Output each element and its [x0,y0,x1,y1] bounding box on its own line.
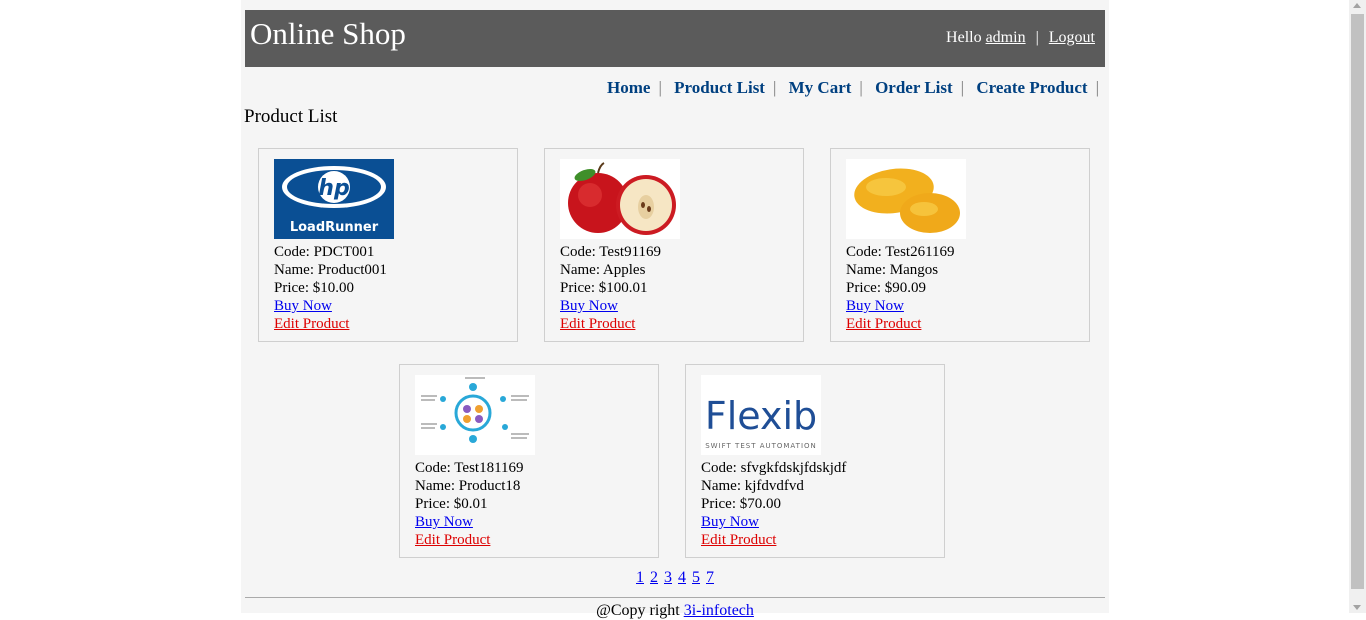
product-card: Code: Test181169 Name: Product18 Price: … [399,364,659,558]
product-name: Name: Apples [560,262,646,278]
product-price: Price: $0.01 [415,496,488,512]
menu-separator: | [1095,78,1099,97]
product-card: Flexib SWIFT TEST AUTOMATION Code: sfvgk… [685,364,945,558]
svg-text:LoadRunner: LoadRunner [290,220,379,235]
nav-menu: Home | Product List | My Cart | Order List |… [599,78,1099,98]
svg-text:hp: hp [318,176,349,201]
buy-now-link[interactable]: Buy Now [846,298,904,314]
footer-divider [245,597,1105,598]
product-price: Price: $70.00 [701,496,781,512]
product-code: Code: Test91169 [560,244,662,260]
page-scrollbar[interactable] [1349,0,1366,613]
product-price: Price: $100.01 [560,280,648,296]
mango-image[interactable] [846,159,966,239]
product-card: hp LoadRunner Code: PDCT001 Name: Produc… [258,148,518,342]
product-price: Price: $90.09 [846,280,926,296]
product-code: Code: PDCT001 [274,244,375,260]
pagination: 1 2 3 4 5 7 [241,569,1109,587]
buy-now-link[interactable]: Buy Now [274,298,332,314]
product-name: Name: Product18 [415,478,521,494]
edit-product-link[interactable]: Edit Product [274,316,349,332]
product-card: Code: Test91169 Name: Apples Price: $100… [544,148,804,342]
menu-home[interactable]: Home [607,78,650,97]
svg-text:SWIFT TEST AUTOMATION: SWIFT TEST AUTOMATION [705,442,817,450]
page-link-3[interactable]: 3 [664,569,672,586]
edit-product-link[interactable]: Edit Product [560,316,635,332]
page-link-7[interactable]: 7 [706,569,714,586]
edit-product-link[interactable]: Edit Product [846,316,921,332]
product-name: Name: Product001 [274,262,387,278]
product-code: Code: Test181169 [415,460,524,476]
product-card: Code: Test261169 Name: Mangos Price: $90… [830,148,1090,342]
page-link-2[interactable]: 2 [650,569,658,586]
hp-loadrunner-logo[interactable]: hp LoadRunner [274,159,394,239]
menu-order-list[interactable]: Order List [875,78,953,97]
product-code: Code: Test261169 [846,244,955,260]
buy-now-link[interactable]: Buy Now [701,514,759,530]
company-link[interactable]: 3i-infotech [684,602,754,619]
page-link-4[interactable]: 4 [678,569,686,586]
product-price: Price: $10.00 [274,280,354,296]
greeting-text: Hello [946,29,982,46]
product-code: Code: sfvgkfdskjfdskjdf [701,460,847,476]
apple-image[interactable] [560,159,680,239]
scroll-up-icon[interactable] [1353,3,1361,8]
product-name: Name: kjfdvdfvd [701,478,804,494]
user-box: Hello admin | Logout [946,29,1095,47]
logout-link[interactable]: Logout [1049,29,1095,46]
buy-now-link[interactable]: Buy Now [415,514,473,530]
buy-now-link[interactable]: Buy Now [560,298,618,314]
svg-text:Flexib: Flexib [705,394,817,438]
footer: @Copy right 3i-infotech [241,602,1109,620]
product-name: Name: Mangos [846,262,939,278]
page-container: Online Shop Hello admin | Logout Home | P… [241,0,1109,619]
flexib-logo[interactable]: Flexib SWIFT TEST AUTOMATION [701,375,821,455]
page-title: Product List [244,106,338,127]
menu-separator: | [772,78,777,97]
page-link-1[interactable]: 1 [636,569,644,586]
edit-product-link[interactable]: Edit Product [415,532,490,548]
username-link[interactable]: admin [986,29,1026,46]
menu-separator: | [859,78,863,97]
user-separator: | [1035,29,1039,46]
page-link-5[interactable]: 5 [692,569,700,586]
copyright-text: @Copy right [596,602,680,619]
header-bar: Online Shop Hello admin | Logout [245,10,1105,67]
menu-create-product[interactable]: Create Product [976,78,1087,97]
edit-product-link[interactable]: Edit Product [701,532,776,548]
menu-product-list[interactable]: Product List [674,78,765,97]
menu-separator: | [960,78,965,97]
diagram-image[interactable] [415,375,535,455]
menu-separator: | [658,78,662,97]
scrollbar-thumb[interactable] [1351,14,1364,589]
menu-my-cart[interactable]: My Cart [789,78,852,97]
scroll-down-icon[interactable] [1353,605,1361,610]
site-title: Online Shop [250,16,406,51]
